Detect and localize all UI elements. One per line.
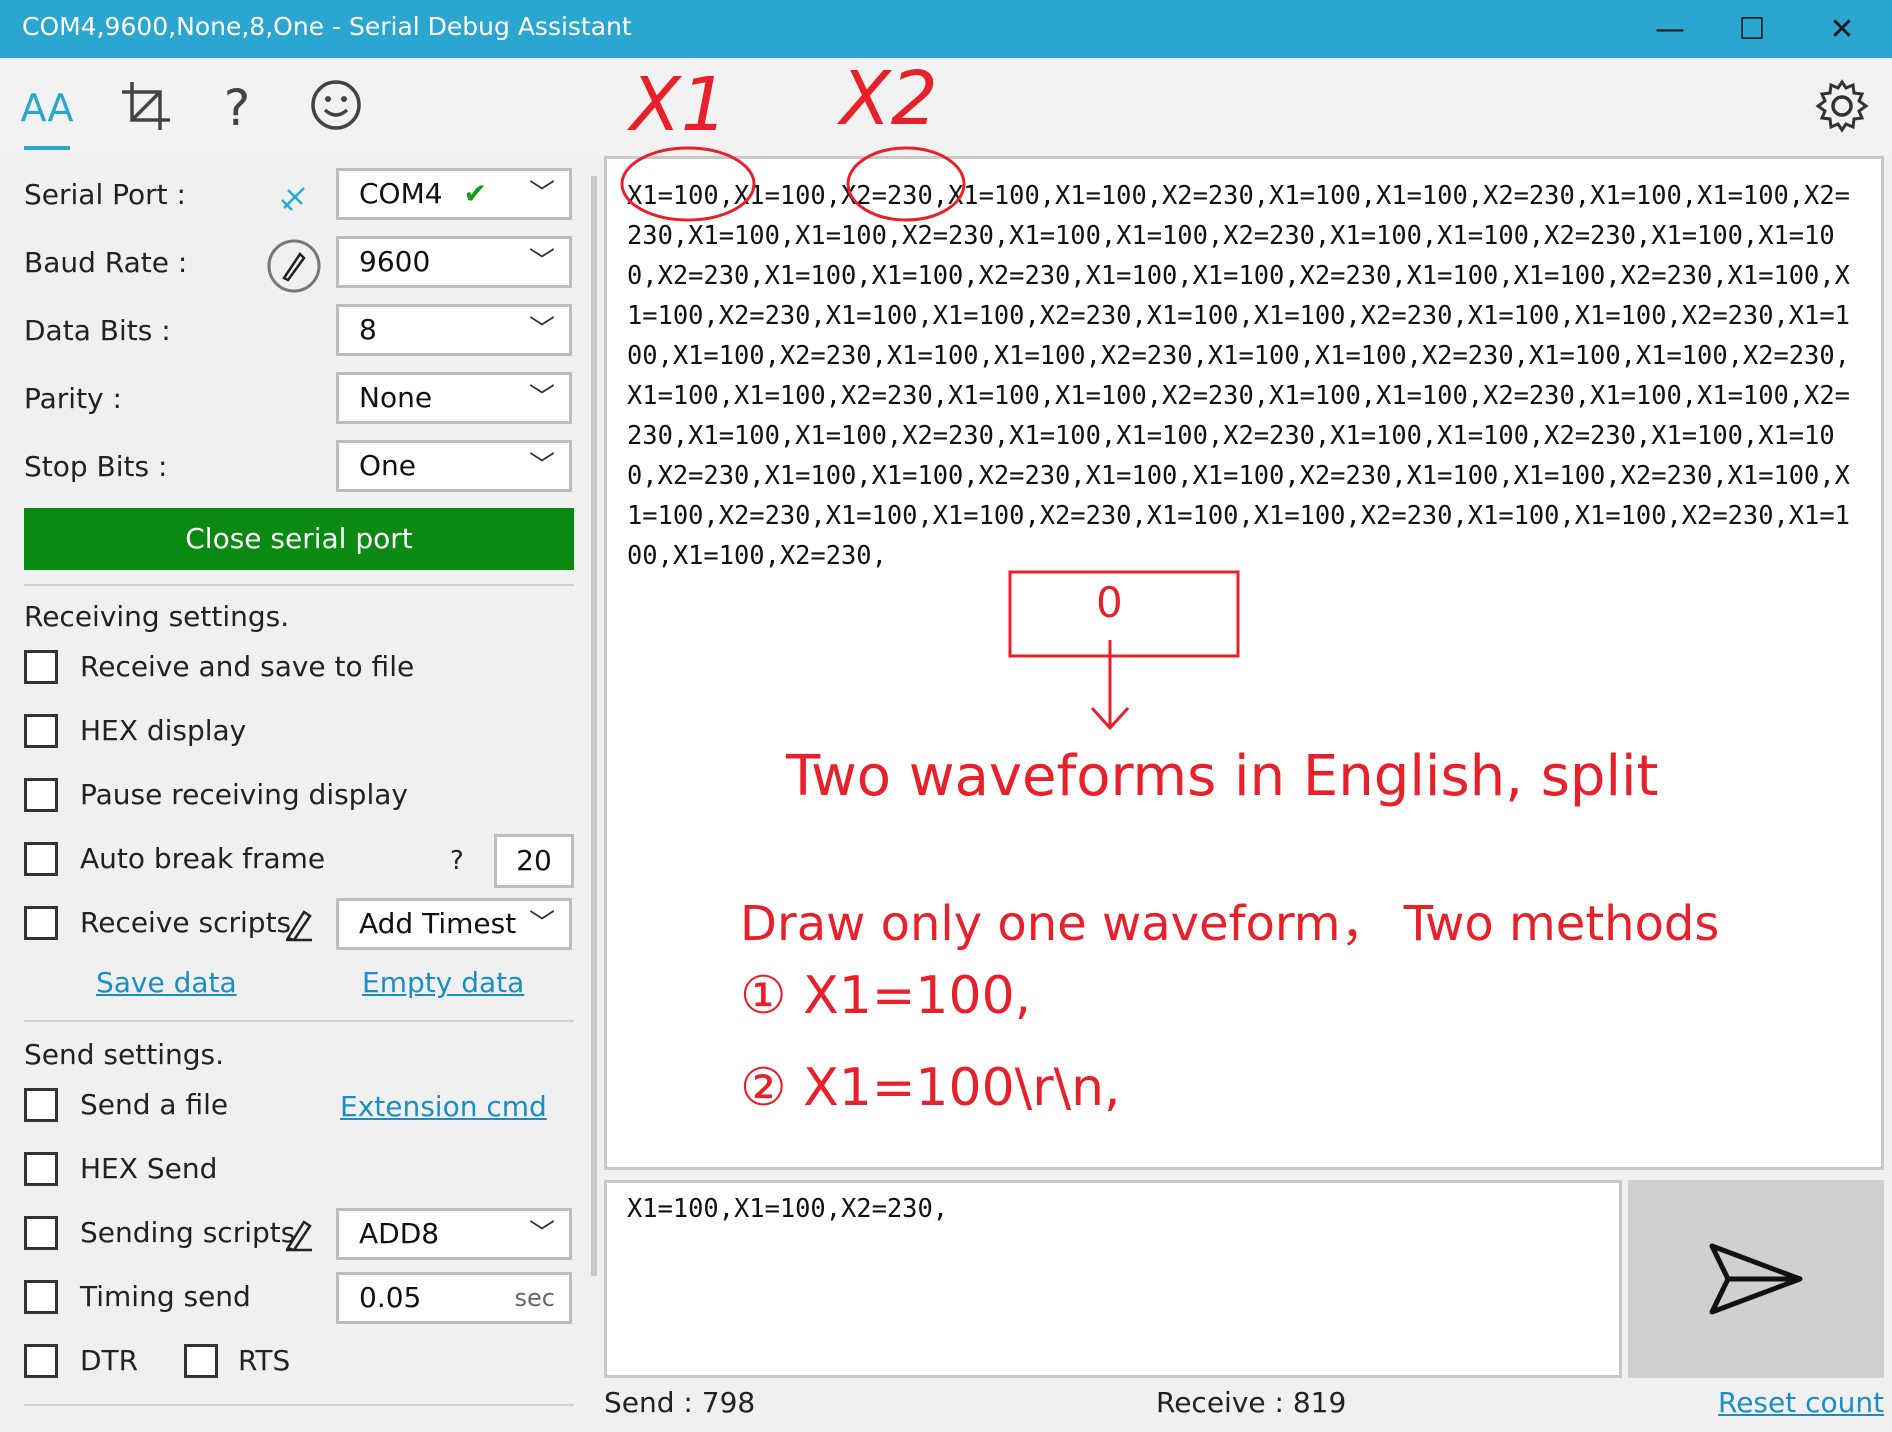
send-text: X1=100,X1=100,X2=230, [627, 1193, 949, 1223]
annotation-x1: X1 [630, 62, 728, 148]
reset-count-link[interactable]: Reset count [1718, 1386, 1884, 1419]
split-highlight-box [1008, 570, 1240, 658]
x1-circle [620, 146, 756, 222]
annotation-x2: X2 [840, 56, 938, 142]
receive-count: Receive : 819 [1156, 1386, 1347, 1419]
annotation-line-split: Two waveforms in English, split [786, 744, 1659, 809]
annotation-method-2: ② X1=100\r\n, [740, 1058, 1121, 1118]
send-count: Send : 798 [604, 1386, 756, 1419]
arrow-down-icon [1090, 640, 1130, 731]
send-input[interactable]: X1=100,X1=100,X2=230, [604, 1180, 1622, 1378]
annotation-method-1: ① X1=100, [740, 966, 1032, 1026]
send-button[interactable] [1628, 1180, 1884, 1378]
annotation-line-methods: Draw only one waveform， Two methods [740, 896, 1720, 952]
send-arrow-icon [1709, 1243, 1803, 1315]
annotation-zero: 0 [1096, 578, 1123, 627]
x2-circle [846, 146, 966, 222]
